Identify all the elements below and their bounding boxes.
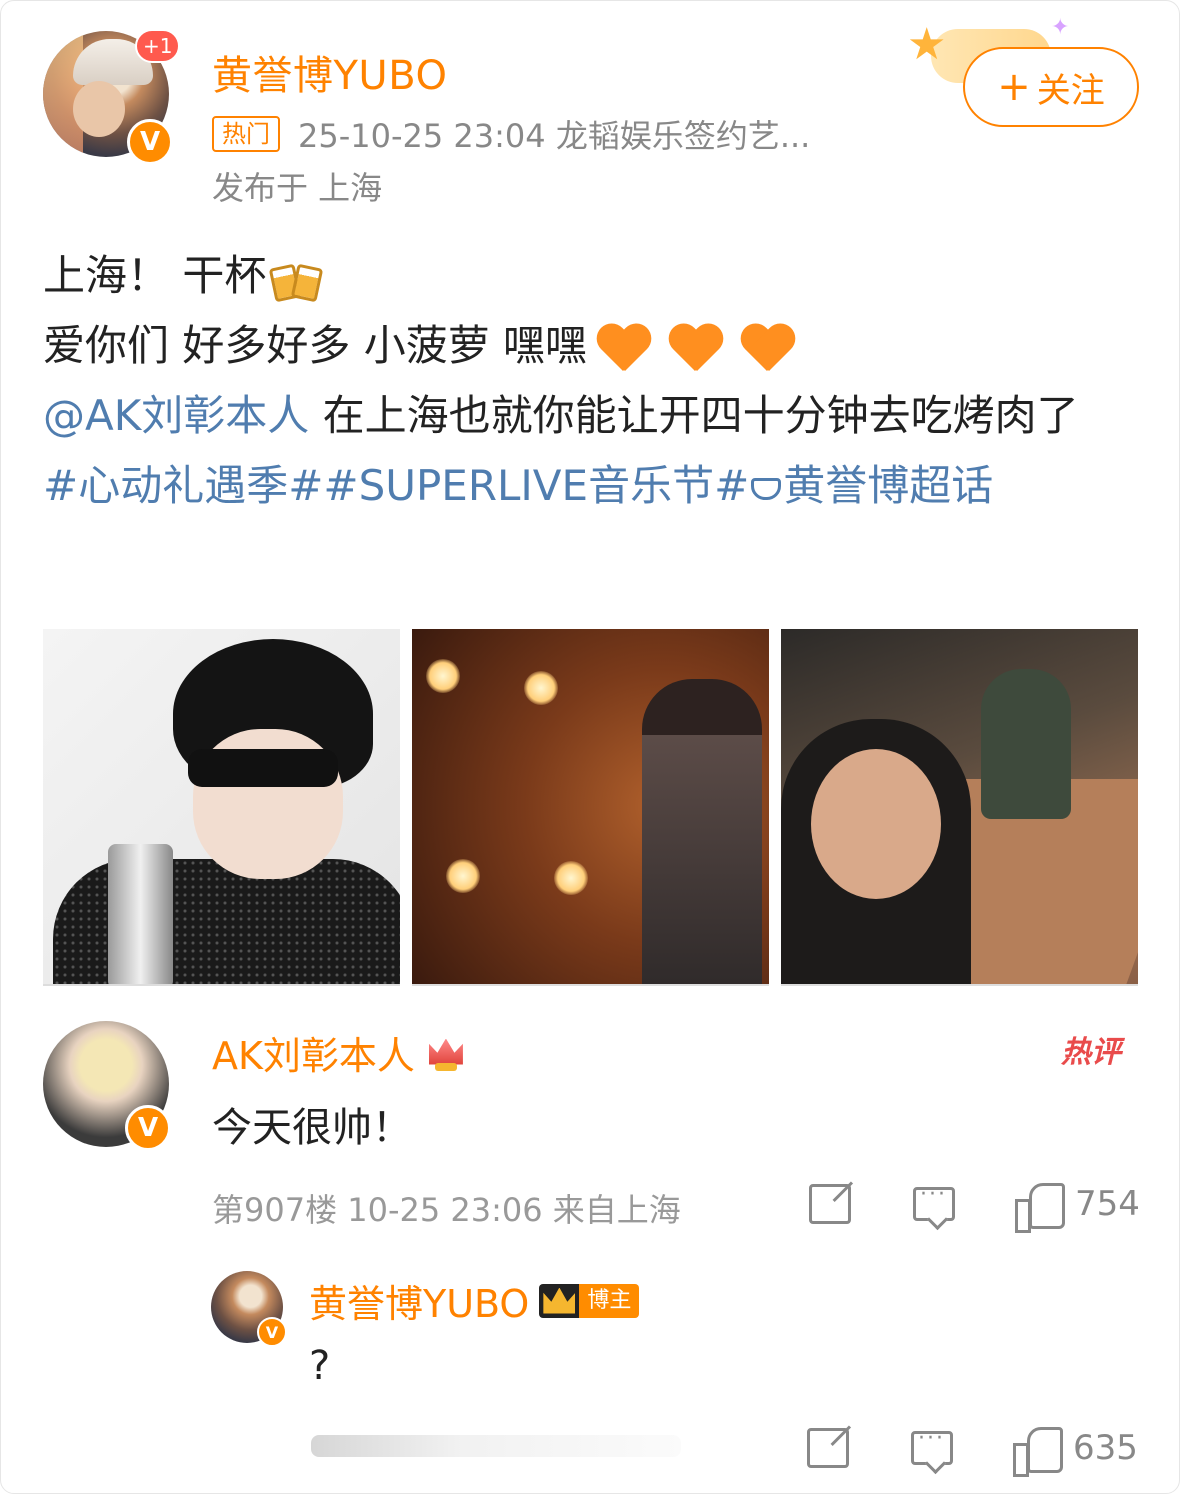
super-topic-icon	[751, 477, 782, 500]
author-name[interactable]: 黄誉博YUBO	[212, 43, 447, 101]
post-line-1: 上海！ 干杯	[43, 241, 1143, 311]
verified-badge-icon: V	[125, 1105, 171, 1151]
commenter-name-row: AK刘彰本人	[212, 1025, 467, 1080]
super-topic-link[interactable]: 黄誉博超话	[783, 461, 993, 510]
post-line-1-text: 上海！ 干杯	[43, 251, 267, 300]
post-time-source: 25-10-25 23:04 龙韬娱乐签约艺...	[298, 117, 811, 155]
thumbs-up-icon	[1013, 1425, 1063, 1477]
verified-badge-icon: V	[257, 1317, 287, 1347]
follow-button[interactable]: + 关注	[963, 47, 1139, 127]
post-line-3: @AK刘彰本人 在上海也就你能让开四十分钟去吃烤肉了	[43, 381, 1143, 451]
thumbs-up-icon	[1015, 1181, 1065, 1233]
reply-button[interactable]	[911, 1426, 953, 1465]
like-count: 635	[1073, 1428, 1138, 1468]
photo-2[interactable]	[412, 629, 769, 986]
orange-heart-icon	[595, 321, 651, 377]
mention-link[interactable]: @AK刘彰本人	[43, 391, 309, 440]
star-icon: ★	[907, 19, 947, 70]
comment-meta: 第907楼 10-25 23:06 来自上海	[212, 1191, 681, 1229]
hot-tag: 热门	[212, 116, 280, 152]
crown-icon	[425, 1033, 467, 1073]
orange-heart-icon	[739, 321, 795, 377]
faded-reply-meta	[311, 1435, 681, 1457]
avatar-face	[73, 81, 125, 137]
beer-mugs-icon	[269, 256, 324, 302]
topic-links[interactable]: #心动礼遇季##SUPERLIVE音乐节#	[43, 461, 749, 510]
notification-badge: +1	[135, 29, 181, 63]
post-meta-row: 热门 25-10-25 23:04 龙韬娱乐签约艺...	[212, 111, 810, 157]
post-body: 上海！ 干杯 爱你们 好多好多 小菠萝 嘿嘿 @AK刘彰本人 在上海也就你能让开…	[43, 241, 1143, 521]
commenter-name[interactable]: AK刘彰本人	[212, 1025, 415, 1080]
blogger-badge-label: 博主	[579, 1283, 640, 1318]
comment-icon	[911, 1426, 953, 1465]
verified-badge-icon: V	[127, 119, 173, 165]
share-icon	[807, 1428, 849, 1468]
hot-comment-badge: 热评	[1061, 1035, 1121, 1070]
comment-actions: 754	[809, 1181, 1140, 1233]
sparkle-icon: ✦	[1051, 15, 1070, 40]
share-button[interactable]	[807, 1428, 849, 1468]
like-count: 754	[1075, 1184, 1140, 1224]
share-icon	[809, 1184, 851, 1224]
post-topics: #心动礼遇季##SUPERLIVE音乐节# 黄誉博超话	[43, 451, 1143, 521]
orange-heart-icon	[667, 321, 723, 377]
plus-icon: +	[997, 64, 1031, 110]
post-line-2-text: 爱你们 好多好多 小菠萝 嘿嘿	[43, 321, 588, 370]
crown-icon	[539, 1283, 580, 1318]
share-button[interactable]	[809, 1184, 851, 1224]
photo-3[interactable]	[781, 629, 1138, 986]
post-line-2: 爱你们 好多好多 小菠萝 嘿嘿	[43, 311, 1143, 381]
reply-actions: 635	[807, 1425, 1138, 1477]
post-line-3-text: 在上海也就你能让开四十分钟去吃烤肉了	[309, 391, 1079, 440]
reply-name-row: 黄誉博YUBO 博主	[309, 1273, 640, 1328]
follow-label: 关注	[1036, 70, 1105, 111]
like-button[interactable]: 635	[1013, 1425, 1138, 1477]
blogger-badge: 博主	[539, 1283, 640, 1318]
weibo-post-card: +1 V 黄誉博YUBO 热门 25-10-25 23:04 龙韬娱乐签约艺..…	[0, 0, 1180, 1494]
photo-grid	[43, 629, 1138, 986]
photo-1[interactable]	[43, 629, 400, 986]
reply-author-name[interactable]: 黄誉博YUBO	[309, 1273, 529, 1328]
reply-button[interactable]	[913, 1182, 955, 1221]
post-location: 发布于 上海	[212, 169, 383, 207]
comment-text: 今天很帅！	[212, 1105, 412, 1151]
reply-text: ?	[309, 1343, 331, 1389]
like-button[interactable]: 754	[1015, 1181, 1140, 1233]
comment-icon	[913, 1182, 955, 1221]
